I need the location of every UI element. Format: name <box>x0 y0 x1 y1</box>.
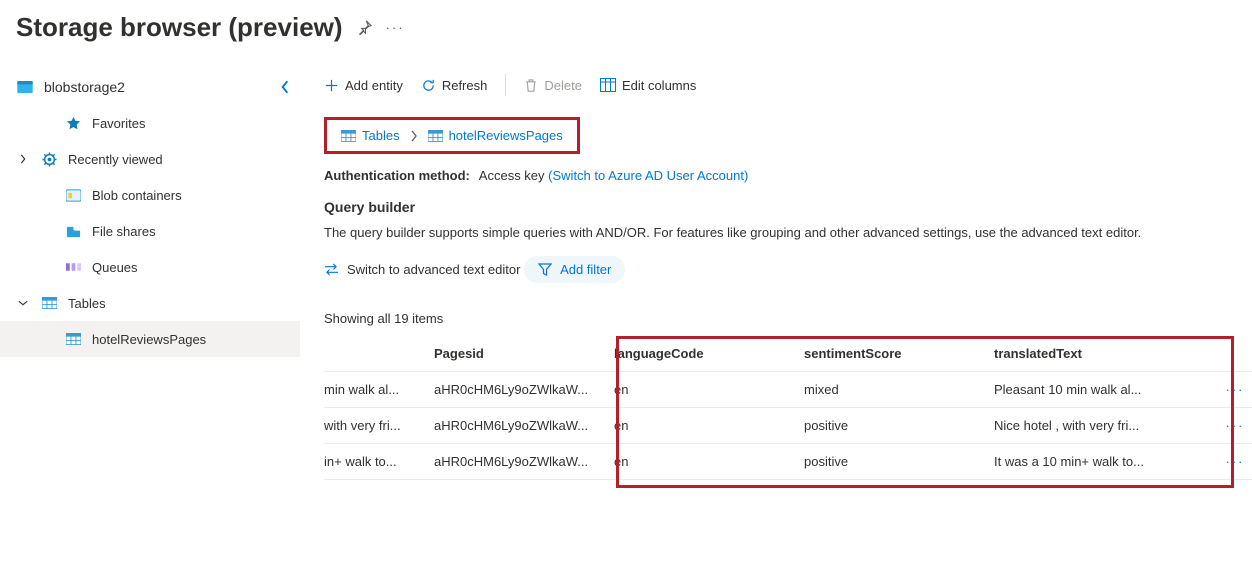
swap-icon <box>324 263 339 276</box>
table-icon <box>428 130 443 142</box>
column-header[interactable]: languageCode <box>614 336 804 372</box>
auth-method-value: Access key <box>479 168 545 183</box>
query-builder-desc: The query builder supports simple querie… <box>324 225 1252 240</box>
edit-columns-button[interactable]: Edit columns <box>600 78 696 93</box>
collapse-sidebar-icon[interactable] <box>280 80 290 94</box>
column-header[interactable] <box>324 336 434 372</box>
breadcrumb-tables[interactable]: Tables <box>341 128 400 143</box>
delete-button: Delete <box>524 78 582 93</box>
row-more-icon[interactable]: ··· <box>1226 382 1245 397</box>
container-icon <box>64 189 82 202</box>
table-row[interactable]: min walk al... aHR0cHM6Ly9oZWlkaW... en … <box>324 372 1252 408</box>
sidebar-item-label: Blob containers <box>92 188 182 203</box>
sidebar-item-file-shares[interactable]: File shares <box>0 213 300 249</box>
column-header[interactable]: translatedText <box>994 336 1224 372</box>
pin-icon[interactable] <box>357 20 372 35</box>
toolbar-separator <box>505 74 506 96</box>
queue-icon <box>64 261 82 273</box>
toolbar: Add entity Refresh Delete Edit columns <box>324 67 1252 103</box>
switch-editor-button[interactable]: Switch to advanced text editor <box>324 262 520 277</box>
auth-method-label: Authentication method: <box>324 168 470 183</box>
results-count: Showing all 19 items <box>324 311 1252 326</box>
chevron-right-icon <box>16 154 30 164</box>
row-more-icon[interactable]: ··· <box>1226 454 1245 469</box>
table-icon <box>40 297 58 309</box>
row-more-icon[interactable]: ··· <box>1226 418 1245 433</box>
results-table: Pagesid languageCode sentimentScore tran… <box>324 336 1252 480</box>
table-icon <box>341 130 356 142</box>
table-icon <box>64 333 82 345</box>
switch-auth-link[interactable]: (Switch to Azure AD User Account) <box>548 168 748 183</box>
plus-icon <box>324 78 339 93</box>
breadcrumb-current[interactable]: hotelReviewsPages <box>428 128 563 143</box>
refresh-icon <box>421 78 436 93</box>
query-builder-title: Query builder <box>324 199 1252 215</box>
sidebar-item-tables[interactable]: Tables <box>0 285 300 321</box>
sidebar-item-label: hotelReviewsPages <box>92 332 206 347</box>
sidebar-item-blob-containers[interactable]: Blob containers <box>0 177 300 213</box>
add-filter-button[interactable]: Add filter <box>524 256 625 283</box>
breadcrumb: Tables hotelReviewsPages <box>324 117 580 154</box>
sidebar-item-label: Queues <box>92 260 138 275</box>
filter-icon <box>538 263 552 276</box>
refresh-button[interactable]: Refresh <box>421 78 488 93</box>
file-share-icon <box>64 225 82 238</box>
chevron-right-icon <box>410 130 418 142</box>
sidebar-item-label: Favorites <box>92 116 145 131</box>
sidebar-item-table-child[interactable]: hotelReviewsPages <box>0 321 300 357</box>
sidebar-item-label: Recently viewed <box>68 152 163 167</box>
star-icon <box>64 116 82 131</box>
column-header[interactable]: Pagesid <box>434 336 614 372</box>
sidebar-item-queues[interactable]: Queues <box>0 249 300 285</box>
columns-icon <box>600 78 616 92</box>
main-content: Add entity Refresh Delete Edit columns T… <box>300 65 1252 480</box>
chevron-down-icon <box>16 298 30 308</box>
page-title: Storage browser (preview) <box>16 12 343 43</box>
sidebar-storage-root[interactable]: blobstorage2 <box>0 69 300 105</box>
sidebar-item-label: File shares <box>92 224 156 239</box>
table-row[interactable]: with very fri... aHR0cHM6Ly9oZWlkaW... e… <box>324 408 1252 444</box>
trash-icon <box>524 78 538 93</box>
gear-icon <box>40 152 58 167</box>
more-icon[interactable]: ··· <box>386 20 405 35</box>
sidebar-item-label: Tables <box>68 296 106 311</box>
add-entity-button[interactable]: Add entity <box>324 78 403 93</box>
storage-account-icon <box>16 81 34 93</box>
sidebar-root-label: blobstorage2 <box>44 79 125 95</box>
column-header[interactable]: sentimentScore <box>804 336 994 372</box>
sidebar-item-favorites[interactable]: Favorites <box>0 105 300 141</box>
sidebar-item-recently-viewed[interactable]: Recently viewed <box>0 141 300 177</box>
table-row[interactable]: in+ walk to... aHR0cHM6Ly9oZWlkaW... en … <box>324 444 1252 480</box>
sidebar: blobstorage2 Favorites Recently viewed <box>0 65 300 480</box>
